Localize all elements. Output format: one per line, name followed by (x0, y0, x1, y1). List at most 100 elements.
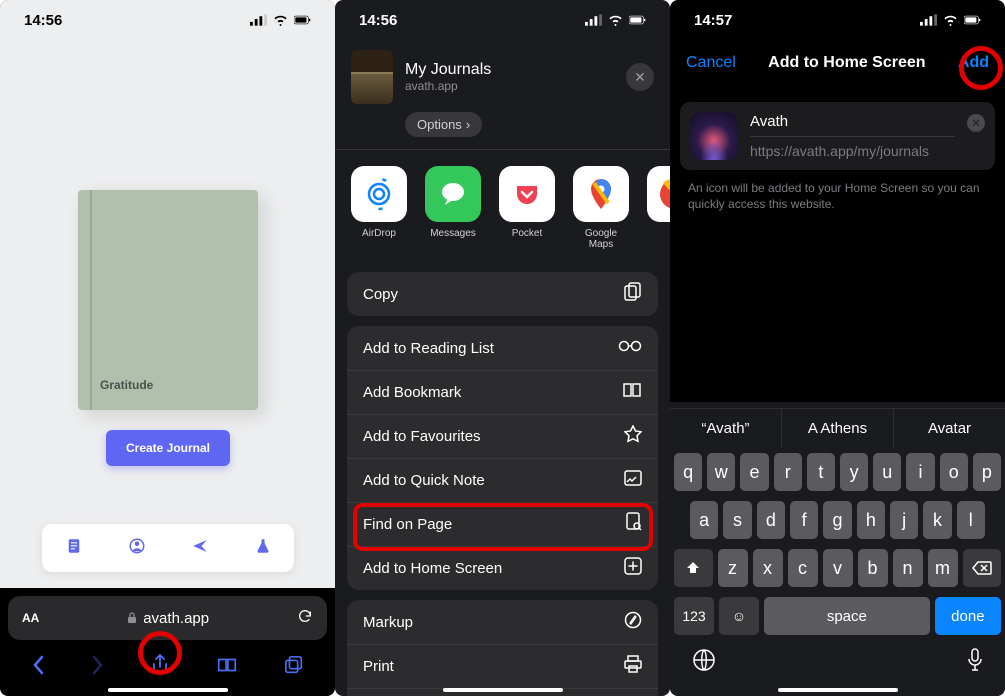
key-b[interactable]: b (858, 549, 888, 587)
key-row-3: z x c v b n m (670, 544, 1005, 592)
key-n[interactable]: n (893, 549, 923, 587)
action-copy[interactable]: Copy (347, 272, 658, 316)
backspace-key[interactable] (963, 549, 1002, 587)
mic-icon[interactable] (967, 648, 983, 678)
share-label: Google Maps (573, 228, 629, 250)
share-target-airdrop[interactable]: AirDrop (351, 166, 407, 250)
reload-icon[interactable] (297, 608, 313, 628)
key-row-2: a s d f g h j k l (670, 496, 1005, 544)
glasses-icon (618, 339, 642, 357)
back-icon[interactable] (31, 655, 45, 675)
key-f[interactable]: f (790, 501, 818, 539)
chevron-right-icon: › (466, 117, 470, 132)
clear-text-icon[interactable]: ✕ (967, 114, 985, 132)
app-icon-preview (690, 112, 738, 160)
share-target-chrome[interactable]: C (647, 166, 670, 250)
shift-icon (685, 560, 701, 576)
space-key[interactable]: space (764, 597, 930, 635)
key-i[interactable]: i (906, 453, 934, 491)
key-h[interactable]: h (857, 501, 885, 539)
text-size-icon[interactable]: AA (22, 611, 39, 625)
globe-icon[interactable] (692, 648, 716, 678)
home-indicator (778, 688, 898, 692)
app-bottom-toolbar (42, 524, 294, 572)
status-time: 14:56 (24, 12, 62, 29)
action-markup[interactable]: Markup (347, 600, 658, 644)
numeric-key[interactable]: 123 (674, 597, 714, 635)
action-label: Find on Page (363, 516, 452, 533)
divider (750, 136, 955, 137)
key-r[interactable]: r (774, 453, 802, 491)
book-icon (622, 382, 642, 403)
key-g[interactable]: g (823, 501, 851, 539)
tabs-icon[interactable] (284, 655, 304, 675)
action-label: Add Bookmark (363, 384, 461, 401)
action-reading-list[interactable]: Add to Reading List (347, 326, 658, 370)
key-s[interactable]: s (723, 501, 751, 539)
key-a[interactable]: a (690, 501, 718, 539)
shift-key[interactable] (674, 549, 713, 587)
key-u[interactable]: u (873, 453, 901, 491)
add-home-navbar: Cancel Add to Home Screen Add (670, 40, 1005, 86)
key-o[interactable]: o (940, 453, 968, 491)
wifi-icon (942, 14, 959, 26)
key-c[interactable]: c (788, 549, 818, 587)
key-v[interactable]: v (823, 549, 853, 587)
action-quick-note[interactable]: Add to Quick Note (347, 458, 658, 502)
doc-icon[interactable] (65, 537, 83, 560)
key-l[interactable]: l (957, 501, 985, 539)
close-icon[interactable]: ✕ (626, 63, 654, 91)
url-text: avath.app (143, 610, 209, 627)
key-d[interactable]: d (757, 501, 785, 539)
cancel-button[interactable]: Cancel (686, 54, 736, 72)
prediction-3[interactable]: Avatar (894, 409, 1005, 448)
create-journal-button[interactable]: Create Journal (106, 430, 230, 466)
key-t[interactable]: t (807, 453, 835, 491)
safari-page-content: Gratitude Create Journal (0, 40, 335, 588)
home-indicator (108, 688, 228, 692)
status-icons (585, 14, 646, 26)
action-print[interactable]: Print (347, 644, 658, 688)
action-add-bookmark[interactable]: Add Bookmark (347, 370, 658, 414)
key-w[interactable]: w (707, 453, 735, 491)
prediction-1[interactable]: Avath (670, 409, 782, 448)
add-button[interactable]: Add (958, 54, 989, 72)
journal-cover[interactable]: Gratitude (78, 190, 258, 410)
person-icon[interactable] (128, 537, 146, 560)
key-q[interactable]: q (674, 453, 702, 491)
done-key[interactable]: done (935, 597, 1001, 635)
action-find-on-page[interactable]: Find on Page (347, 502, 658, 546)
googlemaps-icon (588, 177, 614, 211)
options-button[interactable]: Options› (405, 112, 482, 137)
prediction-2[interactable]: A Athens (782, 409, 894, 448)
share-target-googlemaps[interactable]: Google Maps (573, 166, 629, 250)
bookmark-name-input[interactable]: Avath (750, 113, 955, 130)
key-m[interactable]: m (928, 549, 958, 587)
addhome-icon (624, 557, 642, 580)
key-z[interactable]: z (718, 549, 748, 587)
share-targets-row[interactable]: AirDrop Messages Pocket Google Maps C (335, 150, 670, 262)
bookmarks-icon[interactable] (216, 656, 238, 674)
key-y[interactable]: y (840, 453, 868, 491)
wifi-icon (272, 14, 289, 26)
share-target-messages[interactable]: Messages (425, 166, 481, 250)
share-target-pocket[interactable]: Pocket (499, 166, 555, 250)
action-add-favourites[interactable]: Add to Favourites (347, 414, 658, 458)
key-j[interactable]: j (890, 501, 918, 539)
key-e[interactable]: e (740, 453, 768, 491)
key-x[interactable]: x (753, 549, 783, 587)
flask-icon[interactable] (254, 537, 272, 560)
action-label: Add to Home Screen (363, 560, 502, 577)
pocket-icon (512, 179, 542, 209)
send-icon[interactable] (191, 537, 209, 560)
safari-url-bar[interactable]: AA avath.app (8, 596, 327, 640)
emoji-key[interactable]: ☺ (719, 597, 759, 635)
predictive-row: Avath A Athens Avatar (670, 408, 1005, 448)
key-p[interactable]: p (973, 453, 1001, 491)
action-add-home-screen[interactable]: Add to Home Screen (347, 546, 658, 590)
status-bar: 14:57 (670, 0, 1005, 40)
key-k[interactable]: k (923, 501, 951, 539)
share-icon[interactable] (151, 654, 169, 676)
home-indicator (443, 688, 563, 692)
action-label: Add to Quick Note (363, 472, 485, 489)
